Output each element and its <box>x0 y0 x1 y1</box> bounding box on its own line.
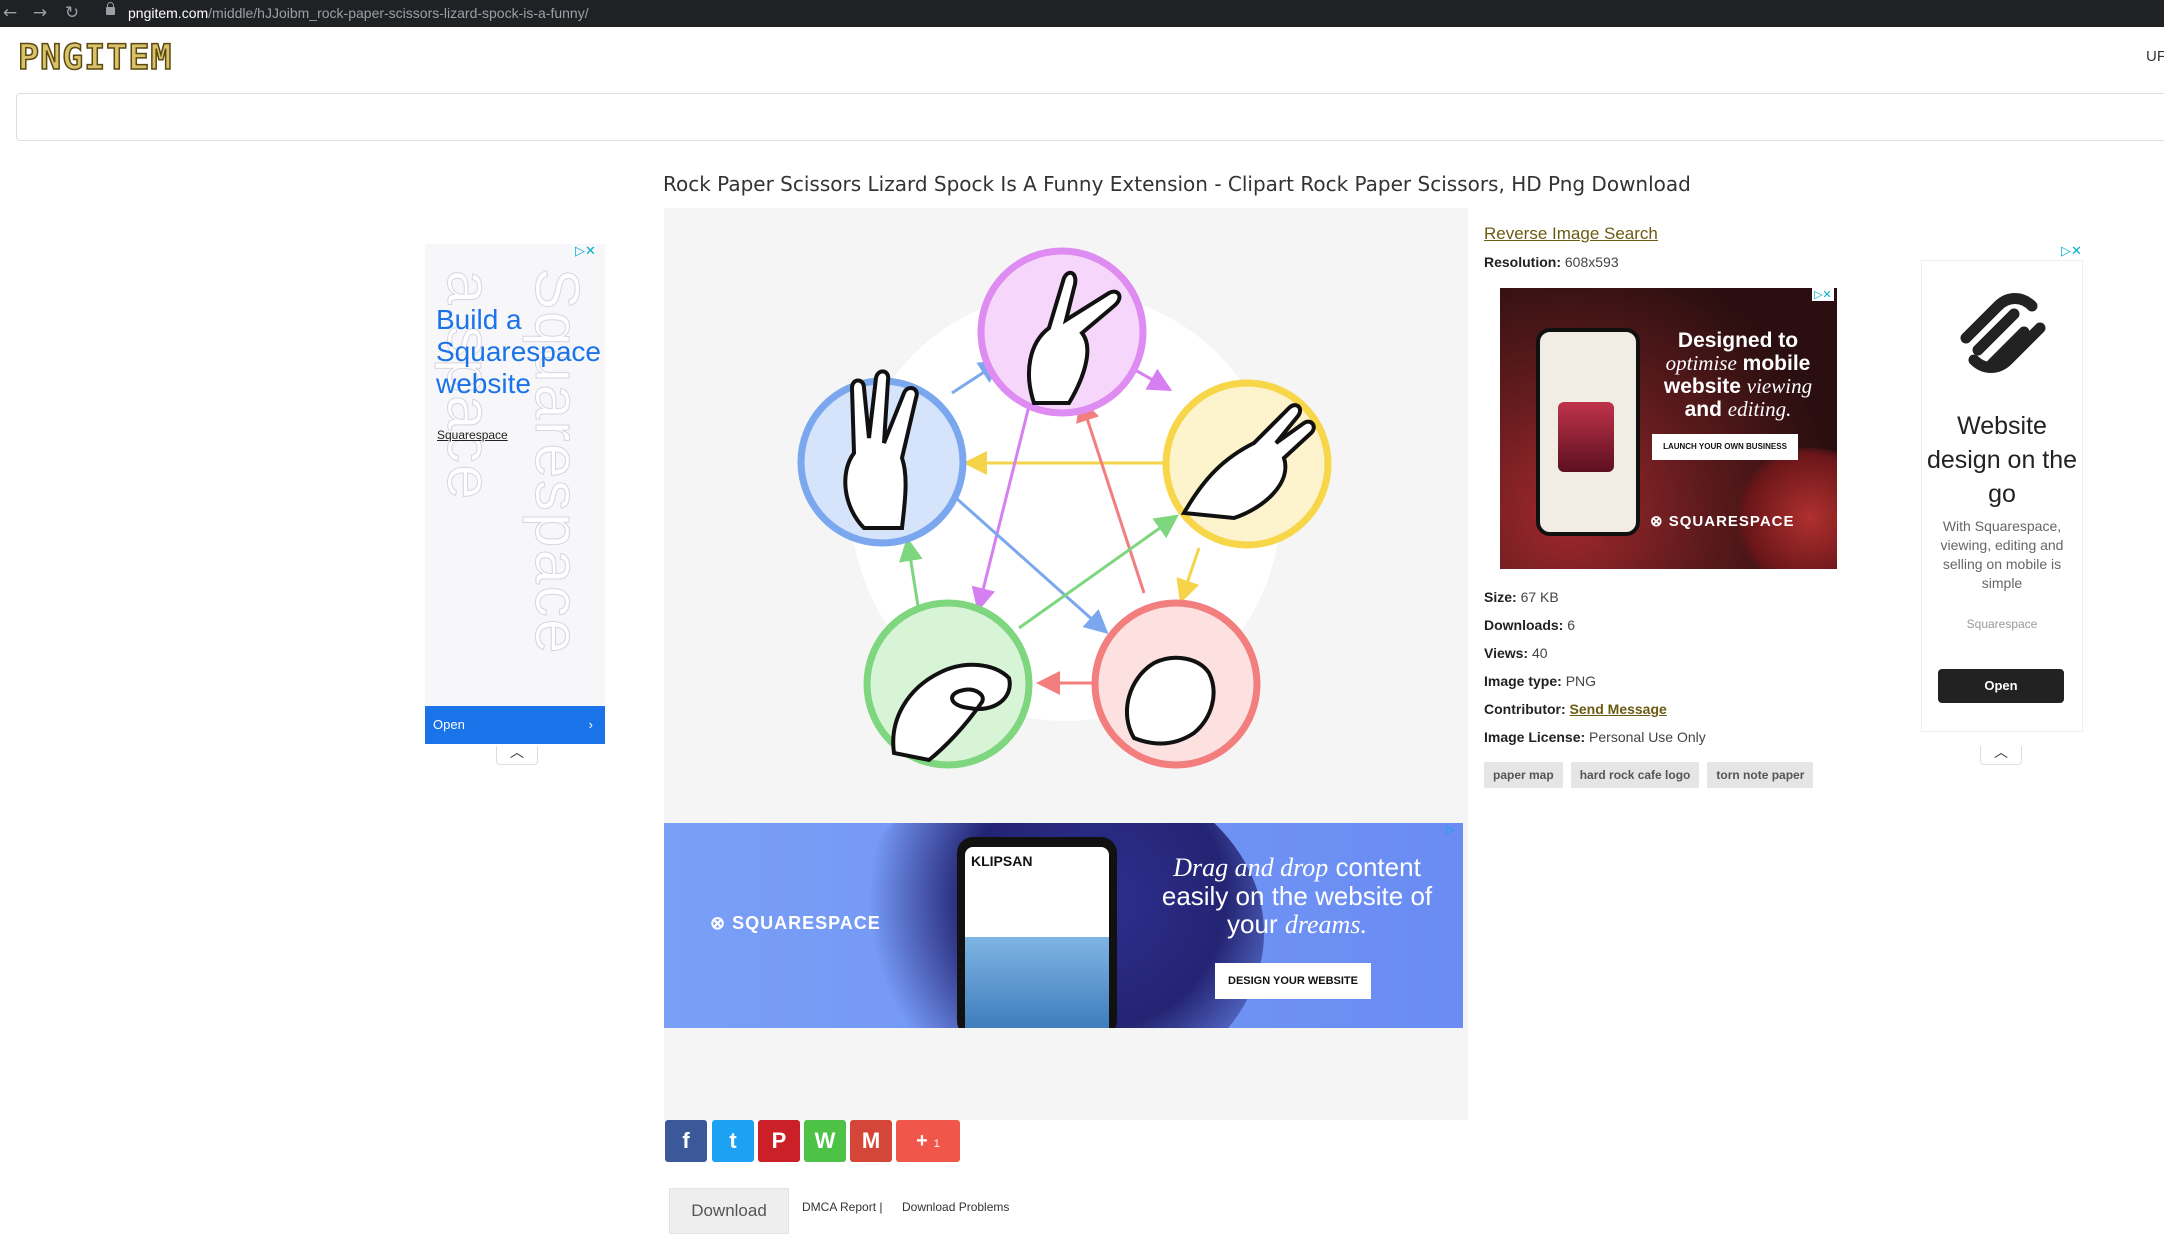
downloads-row: Downloads: 6 <box>1484 617 1575 633</box>
ad-h6: editing. <box>1727 397 1792 421</box>
ad-cta-button[interactable]: LAUNCH YOUR OWN BUSINESS <box>1652 434 1798 460</box>
tag-item[interactable]: paper map <box>1484 762 1563 788</box>
reverse-image-search-link[interactable]: Reverse Image Search <box>1484 224 1658 244</box>
tag-item[interactable]: torn note paper <box>1707 762 1814 788</box>
facebook-share-button[interactable]: f <box>665 1120 707 1162</box>
banner-phone-image: KLIPSAN <box>957 837 1117 1028</box>
ad-headline: Designed to optimise mobile website viewi… <box>1648 330 1828 421</box>
downloads-value: 6 <box>1567 617 1576 633</box>
license-row: Image License: Personal Use Only <box>1484 729 1706 745</box>
download-button[interactable]: Download <box>669 1188 789 1234</box>
header-upload-link[interactable]: UF <box>2146 48 2164 65</box>
tag-item[interactable]: hard rock cafe logo <box>1570 762 1700 788</box>
ad-open-button[interactable]: Open <box>1938 669 2064 703</box>
gmail-icon: M <box>861 1128 881 1153</box>
views-label: Views: <box>1484 645 1529 661</box>
browser-toolbar: ← → ↻ pngitem.com/middle/hJJoibm_rock-pa… <box>0 0 2164 27</box>
chevron-right-icon: › <box>588 717 593 732</box>
banner-brand-text: SQUARESPACE <box>732 913 881 933</box>
image-type-row: Image type: PNG <box>1484 673 1596 689</box>
banner-ad[interactable]: ⊗ SQUARESPACE KLIPSAN Drag and drop cont… <box>664 823 1463 1028</box>
adchoices-icon[interactable]: ▷✕ <box>1812 288 1834 301</box>
views-value: 40 <box>1532 645 1548 661</box>
downloads-label: Downloads: <box>1484 617 1564 633</box>
adchoices-icon[interactable]: ▷✕ <box>2061 244 2082 259</box>
collapse-ad-button[interactable]: ︿ <box>1980 746 2022 765</box>
phone-screen: KLIPSAN <box>965 847 1109 1028</box>
adchoices-icon[interactable]: ▷ <box>1446 823 1454 836</box>
ad-body: With Squarespace, viewing, editing and s… <box>1940 518 2064 591</box>
right-ad[interactable]: Website design on the go With Squarespac… <box>1921 260 2083 733</box>
page-title: Rock Paper Scissors Lizard Spock Is A Fu… <box>663 172 1691 196</box>
ad-brand-text: SQUARESPACE <box>1668 513 1795 530</box>
squarespace-logo-icon <box>1960 293 2046 373</box>
facebook-icon: f <box>682 1128 690 1153</box>
resolution-label: Resolution: <box>1484 254 1561 270</box>
size-label: Size: <box>1484 589 1517 605</box>
lock-icon <box>106 2 115 15</box>
banner-cta-button[interactable]: DESIGN YOUR WEBSITE <box>1215 963 1371 999</box>
plus-icon: + <box>916 1130 928 1152</box>
ad-h2: optimise <box>1665 351 1737 375</box>
license-label: Image License: <box>1484 729 1586 745</box>
banner-h1: Drag and drop <box>1173 853 1329 882</box>
pinterest-share-button[interactable]: P <box>758 1120 800 1162</box>
size-row: Size: 67 KB <box>1484 589 1559 605</box>
ad-phone-image <box>1536 328 1640 536</box>
size-value: 67 KB <box>1520 589 1559 605</box>
gmail-share-button[interactable]: M <box>850 1120 892 1162</box>
search-bar[interactable] <box>16 93 2164 141</box>
banner-h3: dreams. <box>1284 910 1367 939</box>
views-row: Views: 40 <box>1484 645 1548 661</box>
whatsapp-icon: W <box>814 1128 836 1153</box>
address-bar[interactable]: pngitem.com/middle/hJJoibm_rock-paper-sc… <box>128 5 589 21</box>
url-path: /middle/hJJoibm_rock-paper-scissors-liza… <box>208 5 589 21</box>
ad-glass-image <box>1558 402 1614 472</box>
whatsapp-share-button[interactable]: W <box>804 1120 846 1162</box>
ad-h5: and <box>1684 398 1722 421</box>
dmca-report-link[interactable]: DMCA Report | <box>802 1200 882 1214</box>
collapse-ad-button[interactable]: ︿ <box>496 746 538 765</box>
ad-open-button[interactable]: Open › <box>425 706 605 744</box>
banner-headline: Drag and drop content easily on the webs… <box>1142 853 1452 939</box>
reload-icon[interactable]: ↻ <box>62 3 82 23</box>
more-share-button[interactable]: +1 <box>896 1120 960 1162</box>
middle-ad[interactable]: Designed to optimise mobile website viewi… <box>1500 288 1837 569</box>
type-label: Image type: <box>1484 673 1562 689</box>
adchoices-icon[interactable]: ▷✕ <box>575 244 596 259</box>
site-logo[interactable]: PNGITEM <box>17 40 173 77</box>
type-value: PNG <box>1565 673 1597 689</box>
ad-brand: ⊗ SQUARESPACE <box>1650 513 1795 530</box>
download-problems-link[interactable]: Download Problems <box>902 1200 1009 1214</box>
twitter-icon: t <box>729 1128 737 1153</box>
back-icon[interactable]: ← <box>0 3 20 23</box>
contributor-label: Contributor: <box>1484 701 1566 717</box>
share-count: 1 <box>933 1138 940 1150</box>
contributor-row: Contributor: Send Message <box>1484 701 1667 717</box>
resolution-value: 608x593 <box>1564 254 1619 270</box>
phone-brand: KLIPSAN <box>971 853 1033 869</box>
pinterest-icon: P <box>771 1128 787 1153</box>
resolution-row: Resolution: 608x593 <box>1484 254 1619 270</box>
url-domain: pngitem.com <box>128 5 209 21</box>
ad-brand[interactable]: Squarespace <box>437 428 508 442</box>
tag-list: paper map hard rock cafe logo torn note pa… <box>1484 762 1821 788</box>
ad-h4: viewing <box>1746 374 1813 398</box>
left-ad[interactable]: Squarespace a space Build a Squarespace … <box>425 244 605 744</box>
open-label: Open <box>433 717 465 732</box>
ad-brand[interactable]: Squarespace <box>1921 617 2083 631</box>
ad-h1: Designed to <box>1677 329 1799 352</box>
twitter-share-button[interactable]: t <box>712 1120 754 1162</box>
license-value: Personal Use Only <box>1589 729 1706 745</box>
banner-brand: ⊗ SQUARESPACE <box>710 913 881 933</box>
forward-icon[interactable]: → <box>30 3 50 23</box>
send-message-link[interactable]: Send Message <box>1570 701 1667 717</box>
ad-headline[interactable]: Build a Squarespace website <box>436 304 605 400</box>
phone-photo <box>965 937 1109 1028</box>
rpsls-diagram <box>797 247 1332 769</box>
ad-headline[interactable]: Website design on the go <box>1921 409 2083 511</box>
